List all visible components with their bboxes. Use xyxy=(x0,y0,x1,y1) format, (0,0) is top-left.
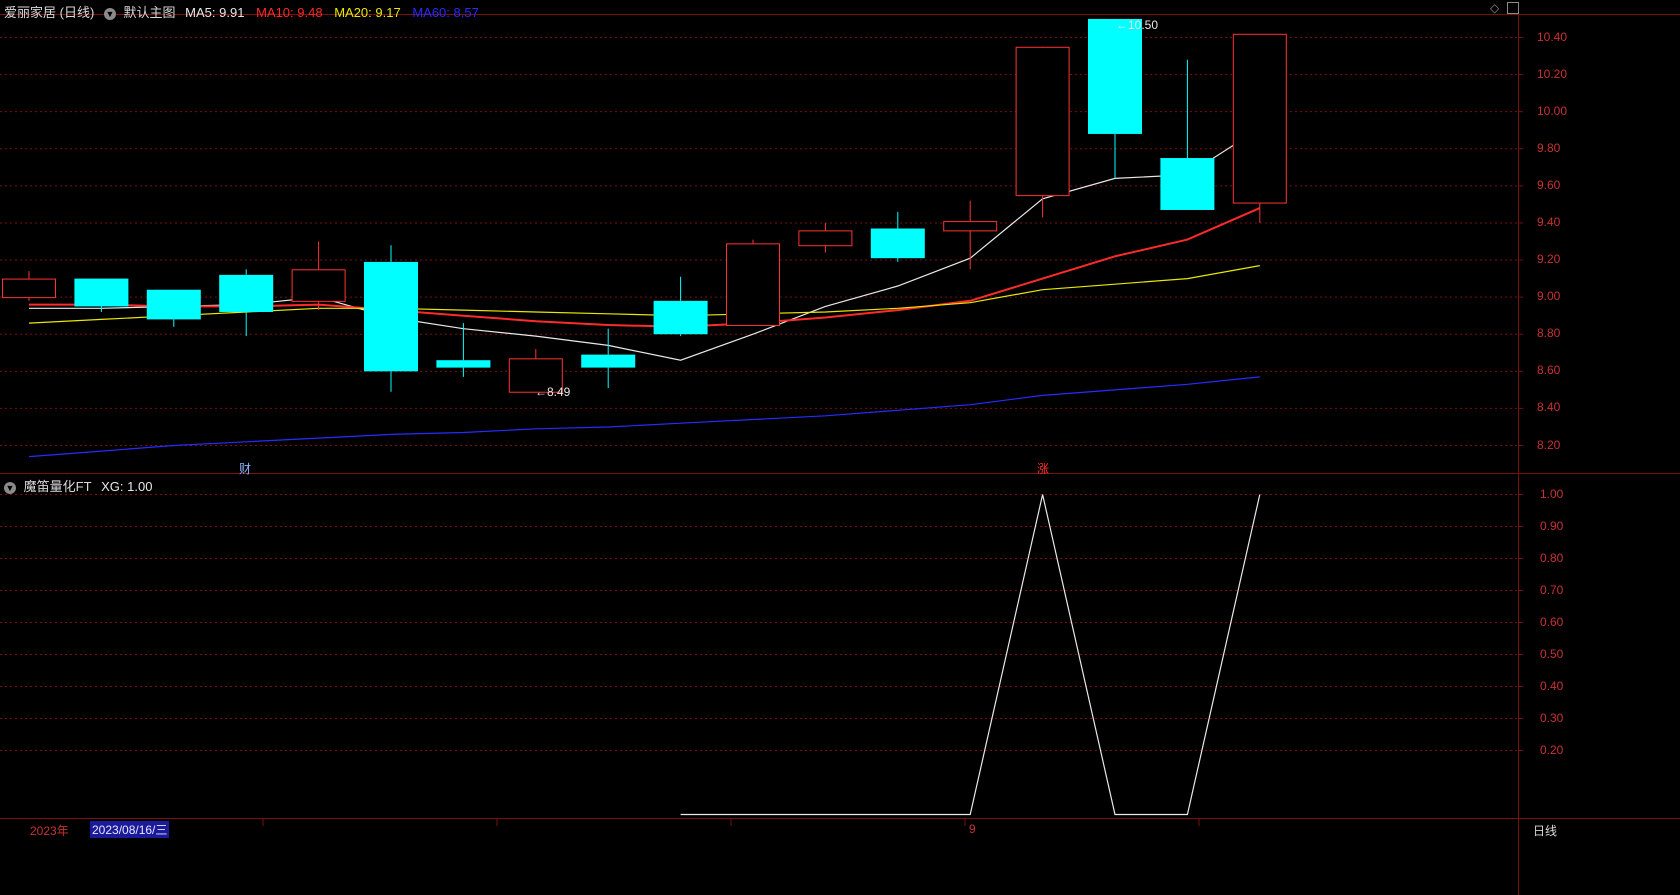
indicator-tick-label: 0.50 xyxy=(1540,646,1564,661)
candle-body-down xyxy=(146,289,201,320)
maximize-icon[interactable] xyxy=(1507,2,1519,14)
candle-body-down xyxy=(581,354,636,368)
indicator-value: XG: 1.00 xyxy=(101,479,153,494)
grid xyxy=(0,37,1518,751)
indicator-tick-label: 0.70 xyxy=(1540,582,1564,597)
indicator-name[interactable]: 魔笛量化FT xyxy=(24,479,92,494)
indicator-header: ▼ 魔笛量化FT XG: 1.00 xyxy=(4,476,152,495)
high-price-label: ←10.50 xyxy=(1116,18,1159,32)
ma60-label: MA60: 8.57 xyxy=(412,5,479,20)
candle-body-up xyxy=(1015,46,1070,197)
candle-body-down xyxy=(1088,18,1142,134)
ma-line-ma60 xyxy=(28,376,1260,458)
event-marker-finance[interactable]: 财 xyxy=(239,460,251,477)
low-price-label: ←8.49 xyxy=(535,385,571,399)
price-tick-label: 9.40 xyxy=(1537,214,1561,229)
ma-line-ma10 xyxy=(29,207,1261,328)
indicator-tick-label: 1.00 xyxy=(1540,486,1564,501)
price-tick-label: 8.80 xyxy=(1537,326,1561,341)
chevron-down-icon[interactable]: ▼ xyxy=(4,481,16,494)
price-tick-label: 8.60 xyxy=(1537,363,1561,378)
price-tick-label: 10.20 xyxy=(1537,66,1568,81)
candle-body-down xyxy=(870,228,925,259)
chevron-down-icon[interactable]: ▼ xyxy=(103,7,116,20)
ma20-label: MA20: 9.17 xyxy=(334,5,401,20)
candle-body-up xyxy=(798,230,853,247)
arrow-left-icon: ← xyxy=(1116,18,1128,32)
indicator-tick-label: 0.20 xyxy=(1540,742,1564,757)
candle-body-down xyxy=(436,360,491,368)
price-tick-label: 9.00 xyxy=(1537,289,1561,304)
year-label: 2023年 xyxy=(30,824,69,838)
price-tick-label: 8.20 xyxy=(1537,437,1561,452)
indicator-tick-label: 0.80 xyxy=(1540,550,1564,565)
price-tick-label: 10.00 xyxy=(1537,103,1568,118)
ma5-label: MA5: 9.91 xyxy=(185,5,245,20)
ma10-label: MA10: 9.48 xyxy=(256,5,323,20)
candle-body-up xyxy=(943,221,998,232)
candle-body-up xyxy=(291,269,346,302)
main-header: 爱丽家居 (日线) ▼ 默认主图 MA5: 9.91 MA10: 9.48 MA… xyxy=(4,2,479,21)
indicator-tick-label: 0.60 xyxy=(1540,614,1564,629)
indicator-tick-label: 0.40 xyxy=(1540,678,1564,693)
candle-body-up xyxy=(2,278,56,299)
candle-body-up xyxy=(1232,33,1287,204)
cursor-date: 2023/08/16/三 xyxy=(90,821,170,838)
chart-canvas[interactable] xyxy=(0,0,1680,895)
price-tick-label: 9.80 xyxy=(1537,140,1561,155)
main-chart-name[interactable]: 默认主图 xyxy=(124,5,176,20)
candle-body-down xyxy=(74,278,129,307)
diamond-icon[interactable]: ◇ xyxy=(1490,1,1499,15)
price-tick-label: 8.40 xyxy=(1537,400,1561,415)
arrow-left-icon: ← xyxy=(535,385,547,399)
price-tick-label: 9.60 xyxy=(1537,177,1561,192)
price-tick-label: 10.40 xyxy=(1537,29,1568,44)
candle-body-down xyxy=(364,261,418,372)
month-label: 9 xyxy=(969,822,976,836)
indicator-tick-label: 0.90 xyxy=(1540,518,1564,533)
ma-line-ma20 xyxy=(28,265,1260,324)
candle-body-up xyxy=(726,243,780,326)
event-marker-limit-up[interactable]: 涨 xyxy=(1037,460,1049,477)
stock-name[interactable]: 爱丽家居 (日线) xyxy=(4,5,94,20)
indicator-tick-label: 0.30 xyxy=(1540,710,1564,725)
candle-body-down xyxy=(219,274,274,312)
candle-body-down xyxy=(1160,158,1215,210)
moving-average-lines xyxy=(28,127,1261,458)
period-label[interactable]: 日线 xyxy=(1533,822,1557,839)
price-tick-label: 9.20 xyxy=(1537,252,1561,267)
frame xyxy=(0,14,1680,895)
candle-body-down xyxy=(653,300,708,335)
